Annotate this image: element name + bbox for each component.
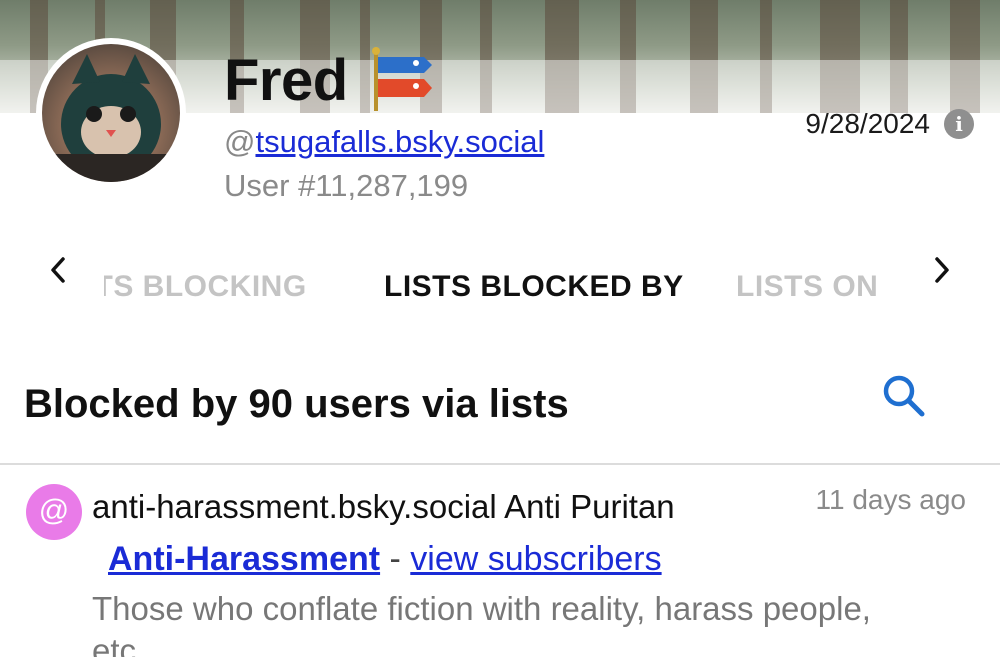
list-description: Those who conflate fiction with reality,… [92,590,871,657]
chevron-right-icon[interactable] [922,250,962,290]
list-name-link[interactable]: Anti-Harassment [108,540,380,578]
handle-link[interactable]: tsugafalls.bsky.social [255,124,544,159]
user-number: User #11,287,199 [224,168,469,203]
profile-name-row: Fred [224,44,436,116]
avatar[interactable] [36,38,186,188]
info-icon[interactable]: i [944,109,974,139]
at-sign-icon: @ [26,484,82,540]
plush-cat-avatar [42,44,180,182]
handle-prefix: @ [224,124,256,159]
tab-lists-on[interactable]: LISTS ON [736,270,878,304]
display-name: Fred [224,47,348,113]
tabs-scroller: STS BLOCKING LISTS BLOCKED BY LISTS ON [104,270,894,314]
list-item: @ anti-harassment.bsky.social Anti Purit… [0,466,1000,657]
view-subscribers-link[interactable]: view subscribers [410,540,661,578]
join-date: 9/28/2024 [805,108,930,139]
list-owner-handle: anti-harassment.bsky.social Anti Puritan [92,488,675,525]
list-item-timestamp: 11 days ago [815,484,967,515]
profile-handle: @tsugafalls.bsky.social [224,124,544,160]
carp-streamer-icon [370,47,436,113]
section-title: Blocked by 90 users via lists [24,382,569,426]
list-item-links: Anti-Harassment - view subscribers [108,540,662,579]
tab-lists-blocked-by[interactable]: LISTS BLOCKED BY [384,270,684,304]
profile-tabs: STS BLOCKING LISTS BLOCKED BY LISTS ON [0,250,1000,330]
link-separator: - [380,540,411,578]
chevron-left-icon[interactable] [38,250,78,290]
divider [0,463,1000,465]
tab-lists-blocking[interactable]: STS BLOCKING [104,270,307,304]
search-icon[interactable] [878,370,930,422]
join-date-row: 9/28/2024 i [805,108,974,140]
